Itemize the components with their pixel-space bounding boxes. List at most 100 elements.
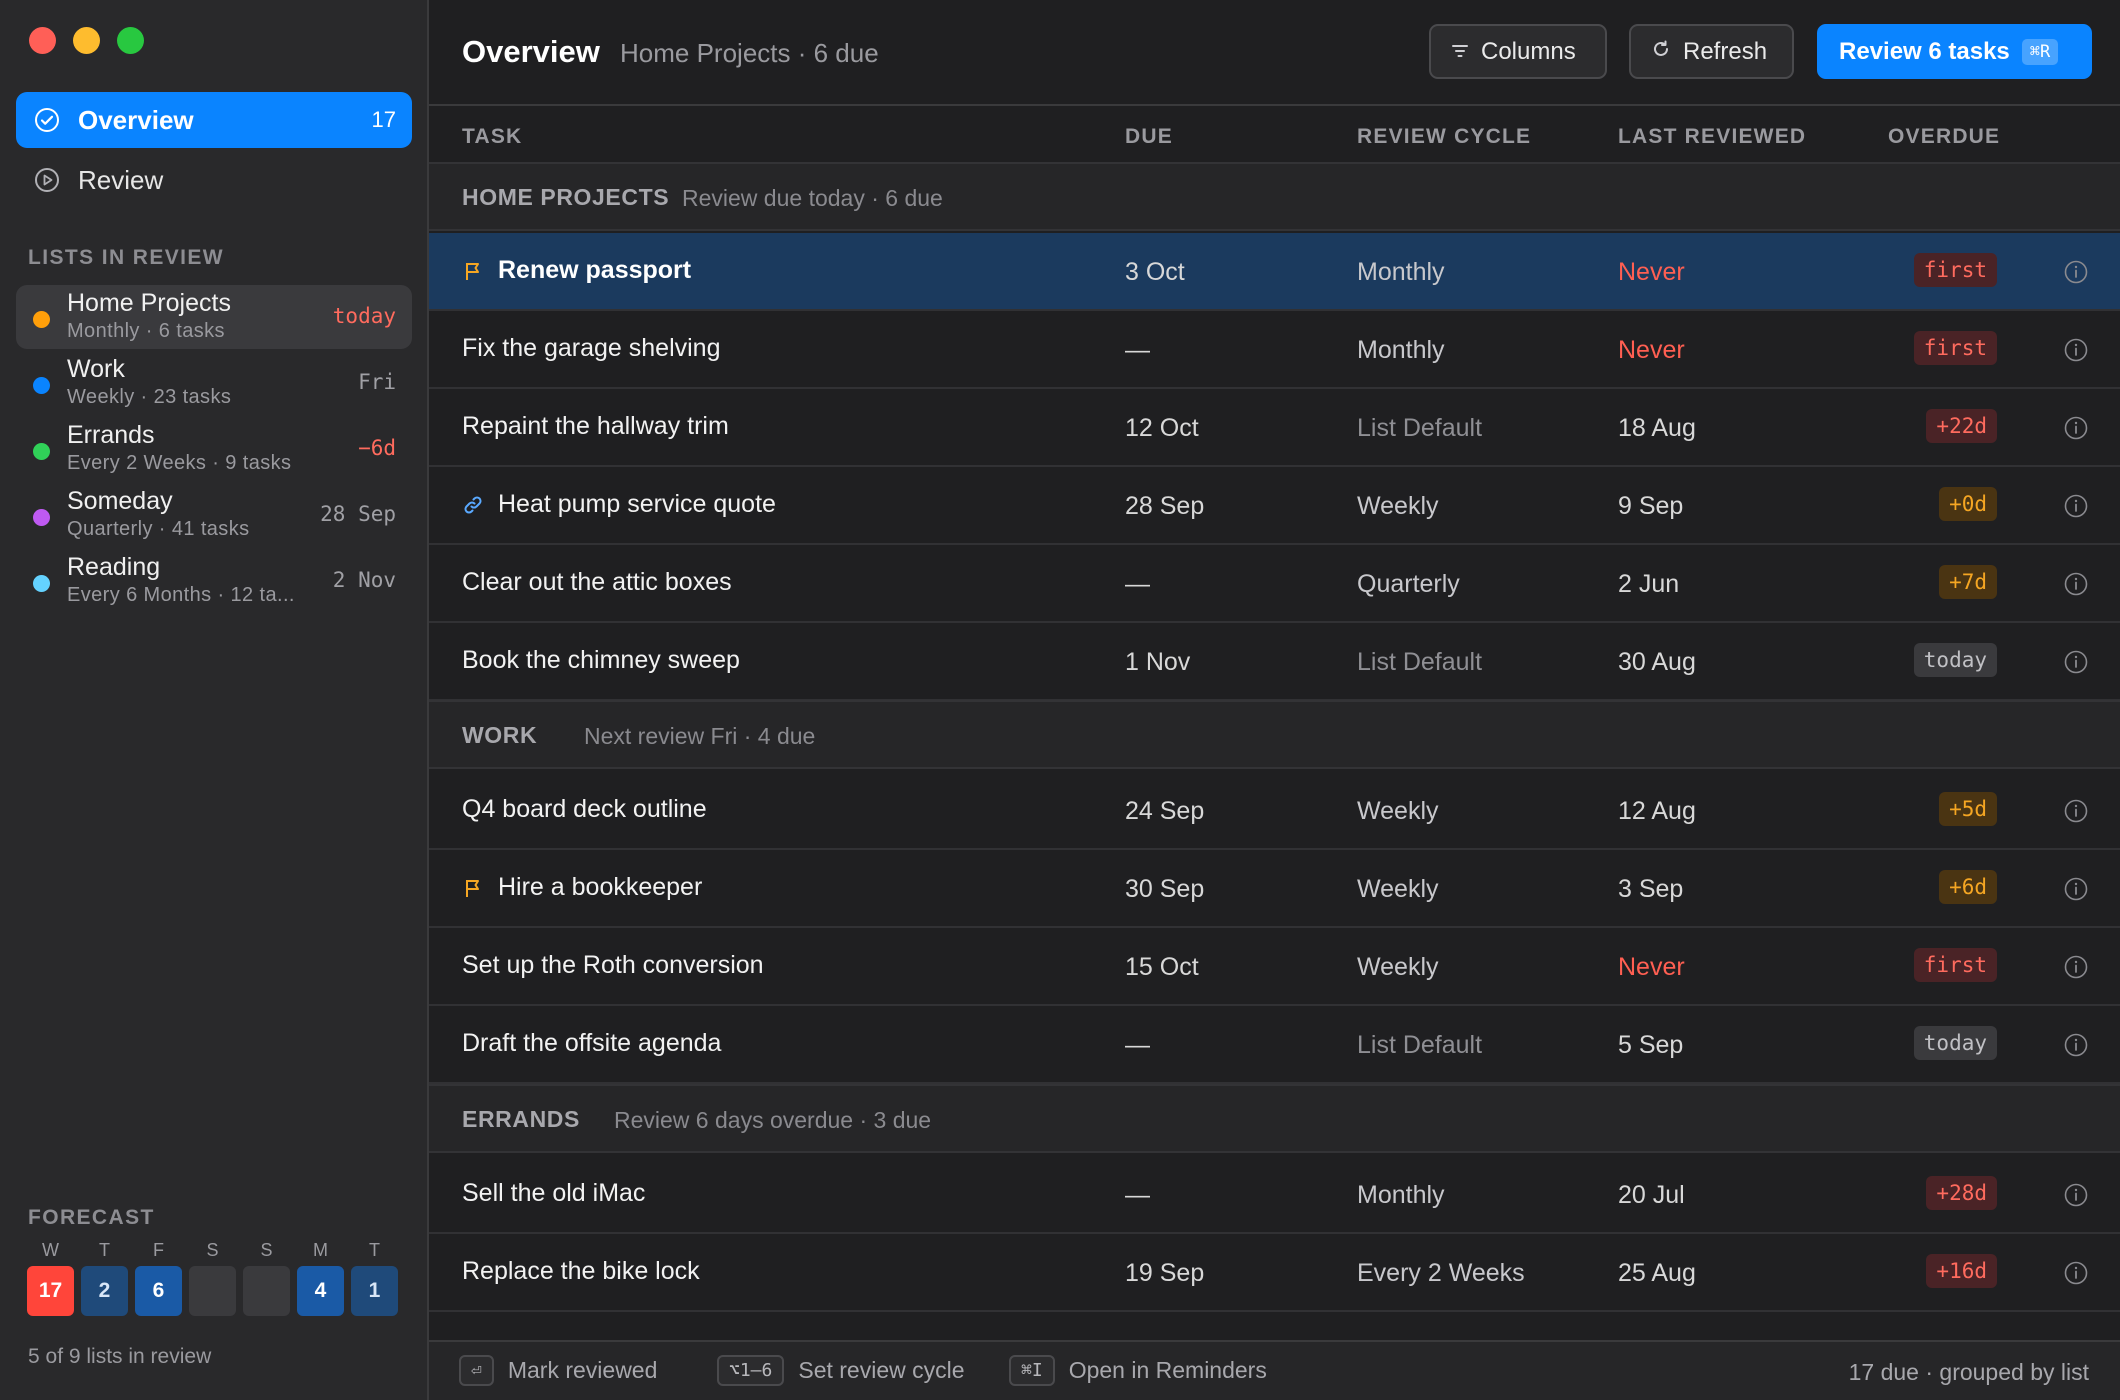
group-meta: Review 6 days overdue · 3 due bbox=[614, 1107, 932, 1133]
last-reviewed-cell: 9 Sep bbox=[1618, 492, 1684, 520]
group-name: ERRANDS bbox=[462, 1106, 580, 1132]
last-reviewed-cell: 18 Aug bbox=[1618, 414, 1696, 442]
info-icon[interactable] bbox=[2063, 1032, 2089, 1058]
list-color-dot bbox=[33, 509, 50, 526]
info-icon[interactable] bbox=[2063, 1260, 2089, 1286]
sidebar-item-review[interactable]: Review bbox=[16, 152, 412, 208]
forecast-day[interactable]: W 17 bbox=[27, 1240, 74, 1316]
sidebar-list-home-projects[interactable]: Home Projects Monthly · 6 tasks today bbox=[16, 285, 412, 349]
refresh-button[interactable]: Refresh bbox=[1629, 24, 1794, 79]
table-row[interactable]: Hire a bookkeeper 30 Sep Weekly 3 Sep +6… bbox=[429, 850, 2120, 928]
task-name-cell: Renew passport bbox=[462, 256, 691, 285]
due-cell: — bbox=[1125, 1031, 1150, 1059]
play-circle-icon bbox=[33, 166, 61, 194]
review-cycle-cell[interactable]: Weekly bbox=[1357, 875, 1439, 904]
close-window-button[interactable] bbox=[29, 27, 56, 54]
sidebar-list-errands[interactable]: Errands Every 2 Weeks · 9 tasks −6d bbox=[16, 417, 412, 481]
task-name-cell: Fix the garage shelving bbox=[462, 334, 720, 363]
info-icon[interactable] bbox=[2063, 798, 2089, 824]
list-color-dot bbox=[33, 377, 50, 394]
task-name: Heat pump service quote bbox=[498, 490, 776, 518]
sidebar-list-someday[interactable]: Someday Quarterly · 41 tasks 28 Sep bbox=[16, 483, 412, 547]
table-row[interactable]: Sell the old iMac — Monthly 20 Jul +28d bbox=[429, 1156, 2120, 1234]
info-icon[interactable] bbox=[2063, 259, 2089, 285]
forecast-day[interactable]: S bbox=[243, 1240, 290, 1316]
column-header-due[interactable]: DUE bbox=[1125, 125, 1173, 149]
forecast-day[interactable]: T2 bbox=[81, 1240, 128, 1316]
sidebar-item-label: Review bbox=[78, 164, 164, 195]
review-tasks-button[interactable]: Review 6 tasks ⌘R bbox=[1817, 24, 2092, 79]
last-reviewed-cell: 30 Aug bbox=[1618, 648, 1696, 676]
columns-button[interactable]: Columns bbox=[1429, 24, 1607, 79]
list-summary: Weekly · 23 tasks bbox=[67, 386, 232, 408]
toolbar: Overview Home Projects · 6 due Columns R… bbox=[429, 0, 2120, 106]
overdue-badge: +5d bbox=[1939, 792, 1997, 826]
review-cycle-cell[interactable]: Monthly bbox=[1357, 1181, 1445, 1210]
table-row[interactable]: Repaint the hallway trim 12 Oct List Def… bbox=[429, 389, 2120, 467]
task-name-cell: Replace the bike lock bbox=[462, 1257, 700, 1286]
review-cycle-cell[interactable]: Every 2 Weeks bbox=[1357, 1259, 1525, 1288]
task-name: Hire a bookkeeper bbox=[498, 873, 703, 901]
app-window: Overview 17 Review LISTS IN REVIEW Home … bbox=[0, 0, 2120, 1400]
zoom-window-button[interactable] bbox=[117, 27, 144, 54]
forecast-day-label: S bbox=[206, 1240, 219, 1260]
forecast-day[interactable]: M4 bbox=[297, 1240, 344, 1316]
task-name: Book the chimney sweep bbox=[462, 646, 740, 674]
hint-mark-reviewed: ⏎ Mark reviewed bbox=[459, 1355, 657, 1386]
info-icon[interactable] bbox=[2063, 876, 2089, 902]
column-header-task[interactable]: TASK bbox=[462, 125, 522, 149]
table-row[interactable]: Fix the garage shelving — Monthly Never … bbox=[429, 311, 2120, 389]
main-content: Overview Home Projects · 6 due Columns R… bbox=[429, 0, 2120, 1400]
page-subtitle: Home Projects · 6 due bbox=[620, 38, 879, 68]
sidebar-item-overview[interactable]: Overview 17 bbox=[16, 92, 412, 148]
review-cycle-cell[interactable]: Weekly bbox=[1357, 492, 1439, 521]
info-icon[interactable] bbox=[2063, 493, 2089, 519]
forecast-day-label: T bbox=[369, 1240, 380, 1260]
info-icon[interactable] bbox=[2063, 571, 2089, 597]
table-row[interactable]: Replace the bike lock 19 Sep Every 2 Wee… bbox=[429, 1234, 2120, 1312]
review-cycle-cell[interactable]: List Default bbox=[1357, 1031, 1482, 1060]
minimize-window-button[interactable] bbox=[73, 27, 100, 54]
review-cycle-cell[interactable]: Quarterly bbox=[1357, 570, 1460, 599]
column-header-overdue[interactable]: OVERDUE bbox=[1888, 125, 2000, 149]
table-row[interactable]: Q4 board deck outline 24 Sep Weekly 12 A… bbox=[429, 772, 2120, 850]
task-name-cell: Repaint the hallway trim bbox=[462, 412, 729, 441]
list-color-dot bbox=[33, 443, 50, 460]
flag-icon bbox=[462, 877, 484, 899]
review-cycle-cell[interactable]: Weekly bbox=[1357, 953, 1439, 982]
info-icon[interactable] bbox=[2063, 649, 2089, 675]
list-next-review: 28 Sep bbox=[320, 502, 396, 526]
review-cycle-cell[interactable]: Monthly bbox=[1357, 336, 1445, 365]
review-cycle-cell[interactable]: List Default bbox=[1357, 648, 1482, 677]
table-row[interactable]: Heat pump service quote 28 Sep Weekly 9 … bbox=[429, 467, 2120, 545]
due-cell: — bbox=[1125, 1181, 1150, 1209]
column-header-last-reviewed[interactable]: LAST REVIEWED bbox=[1618, 125, 1806, 149]
list-summary: Monthly · 6 tasks bbox=[67, 320, 225, 342]
column-header-review-cycle[interactable]: REVIEW CYCLE bbox=[1357, 125, 1531, 149]
overdue-badge: first bbox=[1913, 331, 1997, 365]
info-icon[interactable] bbox=[2063, 415, 2089, 441]
review-cycle-cell[interactable]: List Default bbox=[1357, 414, 1482, 443]
overdue-badge: +22d bbox=[1926, 409, 1997, 443]
group-header-errands: ERRANDS Review 6 days overdue · 3 due bbox=[429, 1084, 2120, 1153]
review-cycle-cell[interactable]: Monthly bbox=[1357, 258, 1445, 287]
forecast-day-count bbox=[243, 1266, 290, 1316]
table-row[interactable]: Clear out the attic boxes — Quarterly 2 … bbox=[429, 545, 2120, 623]
info-icon[interactable] bbox=[2063, 1182, 2089, 1208]
list-name: Someday bbox=[67, 487, 173, 515]
sidebar-list-work[interactable]: Work Weekly · 23 tasks Fri bbox=[16, 351, 412, 415]
list-next-review: −6d bbox=[358, 436, 396, 460]
info-icon[interactable] bbox=[2063, 954, 2089, 980]
review-cycle-cell[interactable]: Weekly bbox=[1357, 797, 1439, 826]
table-row[interactable]: Renew passport 3 Oct Monthly Never first bbox=[429, 233, 2120, 311]
forecast-day[interactable]: S bbox=[189, 1240, 236, 1316]
table-row[interactable]: Set up the Roth conversion 15 Oct Weekly… bbox=[429, 928, 2120, 1006]
info-icon[interactable] bbox=[2063, 337, 2089, 363]
hint-label: Open in Reminders bbox=[1068, 1357, 1267, 1383]
forecast-day[interactable]: F6 bbox=[135, 1240, 182, 1316]
sidebar-list-reading[interactable]: Reading Every 6 Months · 12 ta... 2 Nov bbox=[16, 549, 412, 613]
forecast-day[interactable]: T1 bbox=[351, 1240, 398, 1316]
forecast-day-label: S bbox=[260, 1240, 273, 1260]
table-row[interactable]: Book the chimney sweep 1 Nov List Defaul… bbox=[429, 623, 2120, 701]
table-row[interactable]: Draft the offsite agenda — List Default … bbox=[429, 1006, 2120, 1084]
